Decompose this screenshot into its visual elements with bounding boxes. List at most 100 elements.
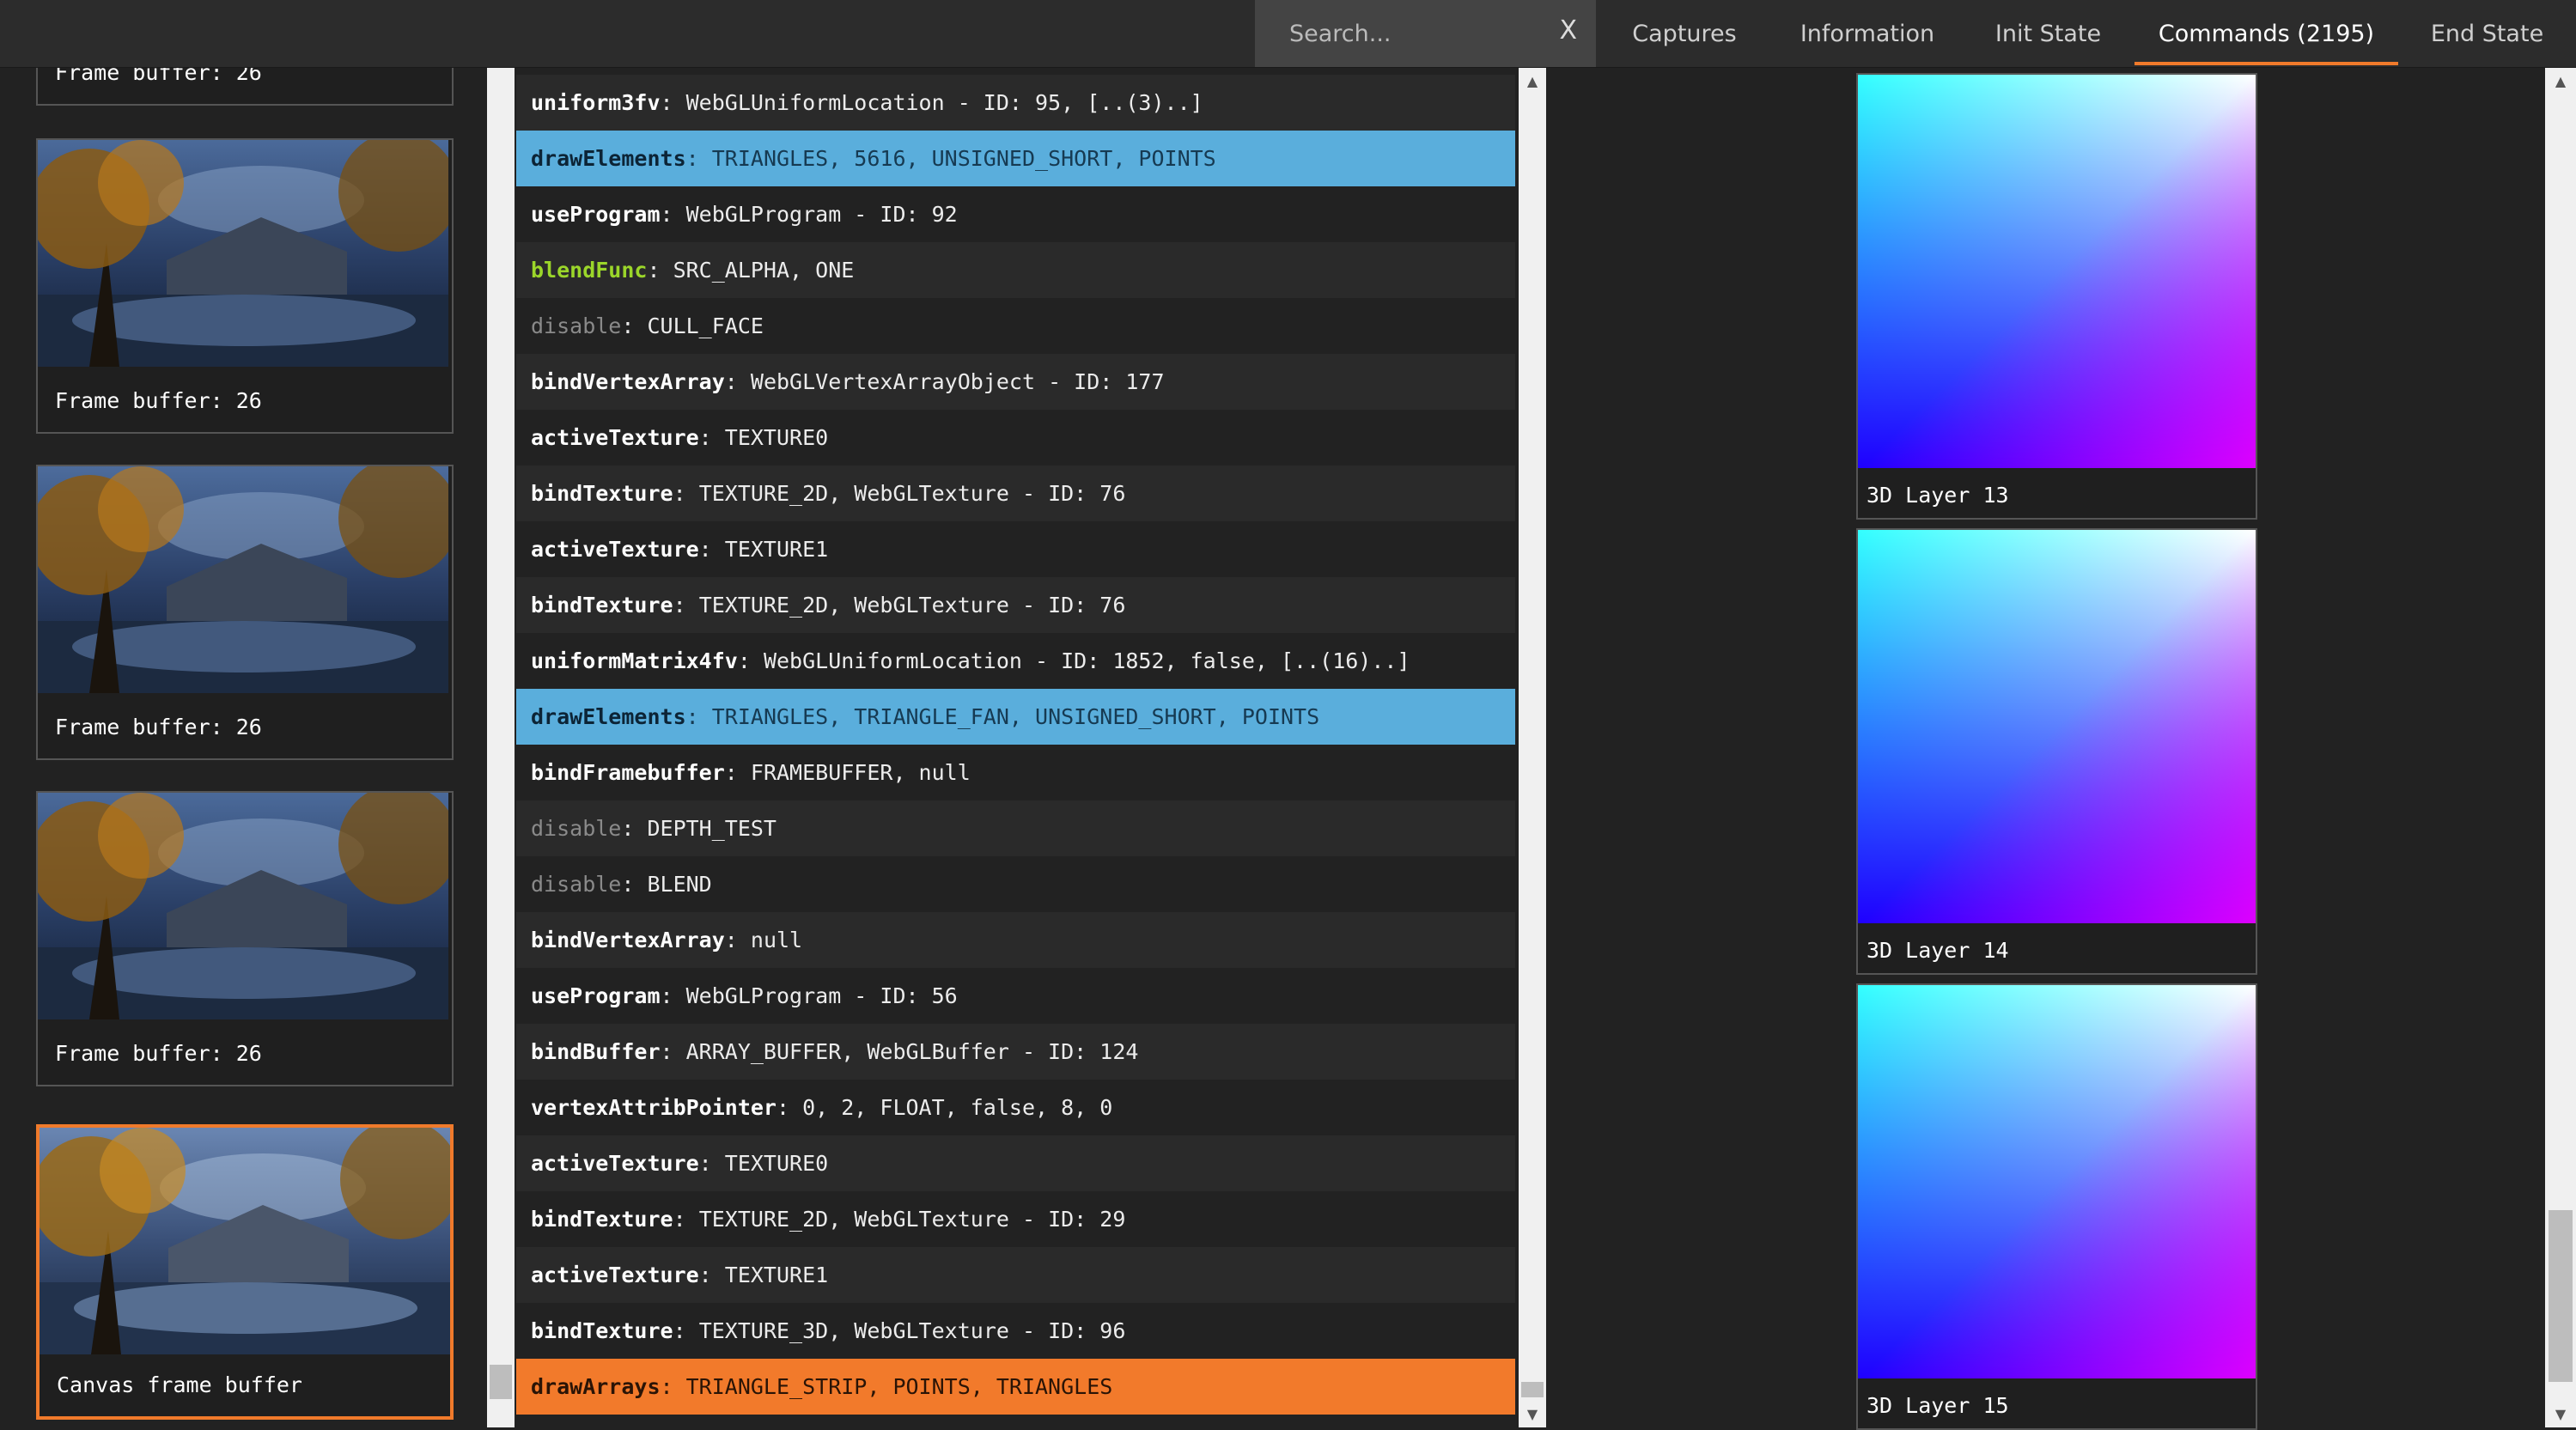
- search-input[interactable]: [1288, 15, 1540, 52]
- top-bar: X Captures Information Init State Comman…: [0, 0, 2576, 68]
- scrollbar-thumb[interactable]: [2549, 1210, 2573, 1382]
- command-row[interactable]: activeTexture: TEXTURE1: [516, 521, 1515, 577]
- command-name: activeTexture: [531, 537, 699, 562]
- command-args: WebGLProgram - ID: 92: [685, 202, 958, 227]
- command-name: bindTexture: [531, 481, 673, 506]
- thumbnail-item-selected[interactable]: Canvas frame buffer: [36, 1124, 454, 1420]
- thumbnail-item[interactable]: Frame buffer: 26: [36, 465, 454, 760]
- command-args: TEXTURE1: [724, 537, 829, 562]
- command-name: bindVertexArray: [531, 928, 725, 952]
- tab-end-state[interactable]: End State: [2398, 0, 2576, 65]
- command-row[interactable]: useProgram: WebGLProgram - ID: 92: [516, 186, 1515, 242]
- command-row-current[interactable]: drawArrays: TRIANGLE_STRIP, POINTS, TRIA…: [516, 1359, 1515, 1415]
- command-name: drawElements: [531, 146, 686, 171]
- scroll-down-arrow-icon[interactable]: ▼: [1519, 1406, 1546, 1422]
- command-row[interactable]: uniformMatrix4fv: WebGLUniformLocation -…: [516, 633, 1515, 689]
- command-args: WebGLProgram - ID: 56: [685, 983, 958, 1008]
- layer-caption: 3D Layer 15: [1867, 1393, 2009, 1418]
- command-name: activeTexture: [531, 425, 699, 450]
- command-row[interactable]: bindVertexArray: WebGLVertexArrayObject …: [516, 354, 1515, 410]
- command-args: WebGLUniformLocation - ID: 95, [..(3)..]: [685, 90, 1203, 115]
- command-row[interactable]: blendFunc: SRC_ALPHA, ONE: [516, 242, 1515, 298]
- command-args: WebGLUniformLocation - ID: 1852, false, …: [763, 648, 1410, 673]
- thumbnail-caption: Frame buffer: 26: [55, 1041, 262, 1066]
- command-row[interactable]: bindTexture: TEXTURE_2D, WebGLTexture - …: [516, 466, 1515, 521]
- command-args: TEXTURE_3D, WebGLTexture - ID: 96: [698, 1318, 1126, 1343]
- texture-layer-preview[interactable]: 3D Layer 14: [1856, 528, 2257, 975]
- frame-preview-image: [40, 1128, 450, 1354]
- command-row[interactable]: disable: BLEND: [516, 856, 1515, 912]
- command-name: drawElements: [531, 704, 686, 729]
- command-name: disable: [531, 872, 622, 897]
- command-name: activeTexture: [531, 1263, 699, 1287]
- command-row[interactable]: vertexAttribPointer: 0, 2, FLOAT, false,…: [516, 1080, 1515, 1135]
- layer-caption: 3D Layer 13: [1867, 483, 2009, 508]
- command-name: bindFramebuffer: [531, 760, 725, 785]
- thumbnail-caption: Canvas frame buffer: [57, 1372, 302, 1397]
- command-name: vertexAttribPointer: [531, 1095, 776, 1120]
- command-row[interactable]: bindTexture: TEXTURE_2D, WebGLTexture - …: [516, 577, 1515, 633]
- command-row[interactable]: useProgram: WebGLProgram - ID: 56: [516, 968, 1515, 1024]
- command-name: useProgram: [531, 202, 661, 227]
- command-row[interactable]: bindTexture: TEXTURE_2D, WebGLTexture - …: [516, 1191, 1515, 1247]
- capture-thumbnail-list: Frame buffer: 26 Frame buffer: 26 Frame …: [0, 68, 490, 1427]
- thumbnail-caption: Frame buffer: 26: [55, 388, 262, 413]
- clear-search-button[interactable]: X: [1559, 15, 1577, 46]
- command-name: blendFunc: [531, 258, 648, 283]
- right-panel-scrollbar[interactable]: ▲ ▼: [2545, 68, 2576, 1427]
- command-args: TEXTURE0: [724, 425, 829, 450]
- texture-layer-preview[interactable]: 3D Layer 13: [1856, 73, 2257, 520]
- layer-gradient-image: [1858, 75, 2256, 468]
- thumbnail-caption: Frame buffer: 26: [55, 68, 262, 85]
- command-name: activeTexture: [531, 1151, 699, 1176]
- command-row[interactable]: uniform3fv: WebGLUniformLocation - ID: 9…: [516, 75, 1515, 131]
- scrollbar-thumb[interactable]: [490, 1365, 512, 1399]
- command-row-draw[interactable]: drawElements: TRIANGLES, TRIANGLE_FAN, U…: [516, 689, 1515, 745]
- left-scrollbar[interactable]: [487, 68, 515, 1427]
- layer-caption: 3D Layer 14: [1867, 938, 2009, 963]
- thumbnail-item[interactable]: Frame buffer: 26: [36, 791, 454, 1086]
- command-row[interactable]: activeTexture: TEXTURE0: [516, 1135, 1515, 1191]
- tab-commands[interactable]: Commands (2195): [2134, 0, 2398, 65]
- command-args: TEXTURE_2D, WebGLTexture - ID: 76: [698, 481, 1126, 506]
- command-name: bindTexture: [531, 1318, 673, 1343]
- command-list-scrollbar[interactable]: ▲ ▼: [1519, 68, 1546, 1427]
- tab-information[interactable]: Information: [1773, 0, 1962, 65]
- command-row[interactable]: disable: DEPTH_TEST: [516, 800, 1515, 856]
- command-args: null: [750, 928, 803, 952]
- thumbnail-item[interactable]: Frame buffer: 26: [36, 68, 454, 106]
- tab-captures[interactable]: Captures: [1596, 0, 1773, 65]
- command-name: uniformMatrix4fv: [531, 648, 738, 673]
- command-args: TEXTURE_2D, WebGLTexture - ID: 29: [698, 1207, 1126, 1232]
- command-args: DEPTH_TEST: [647, 816, 776, 841]
- command-row[interactable]: bindTexture: TEXTURE_3D, WebGLTexture - …: [516, 1303, 1515, 1359]
- command-args: TRIANGLES, 5616, UNSIGNED_SHORT, POINTS: [711, 146, 1216, 171]
- tab-init-state[interactable]: Init State: [1962, 0, 2134, 65]
- search-box: X: [1255, 0, 1596, 67]
- command-list-panel: uniform3fv: WebGLUniformLocation - ID: 9…: [487, 68, 1546, 1427]
- command-name: drawArrays: [531, 1374, 661, 1399]
- command-args: FRAMEBUFFER, null: [750, 760, 971, 785]
- scroll-up-arrow-icon[interactable]: ▲: [1519, 73, 1546, 89]
- command-row[interactable]: activeTexture: TEXTURE0: [516, 410, 1515, 466]
- command-name: disable: [531, 313, 622, 338]
- texture-layer-preview[interactable]: 3D Layer 15: [1856, 983, 2257, 1430]
- command-row[interactable]: activeTexture: TEXTURE1: [516, 1247, 1515, 1303]
- scroll-up-arrow-icon[interactable]: ▲: [2545, 73, 2576, 89]
- command-row[interactable]: bindBuffer: ARRAY_BUFFER, WebGLBuffer - …: [516, 1024, 1515, 1080]
- command-args: BLEND: [647, 872, 712, 897]
- thumbnail-item[interactable]: Frame buffer: 26: [36, 138, 454, 434]
- command-name: disable: [531, 816, 622, 841]
- command-name: uniform3fv: [531, 90, 661, 115]
- thumbnail-caption: Frame buffer: 26: [55, 715, 262, 739]
- command-args: ARRAY_BUFFER, WebGLBuffer - ID: 124: [685, 1039, 1139, 1064]
- layer-gradient-image: [1858, 530, 2256, 923]
- command-args: SRC_ALPHA, ONE: [673, 258, 855, 283]
- command-row[interactable]: bindFramebuffer: FRAMEBUFFER, null: [516, 745, 1515, 800]
- command-row[interactable]: bindVertexArray: null: [516, 912, 1515, 968]
- command-list: uniform3fv: WebGLUniformLocation - ID: 9…: [516, 68, 1515, 1427]
- scrollbar-thumb[interactable]: [1521, 1382, 1544, 1397]
- command-row-draw[interactable]: drawElements: TRIANGLES, 5616, UNSIGNED_…: [516, 131, 1515, 186]
- command-row[interactable]: disable: CULL_FACE: [516, 298, 1515, 354]
- scroll-down-arrow-icon[interactable]: ▼: [2545, 1406, 2576, 1422]
